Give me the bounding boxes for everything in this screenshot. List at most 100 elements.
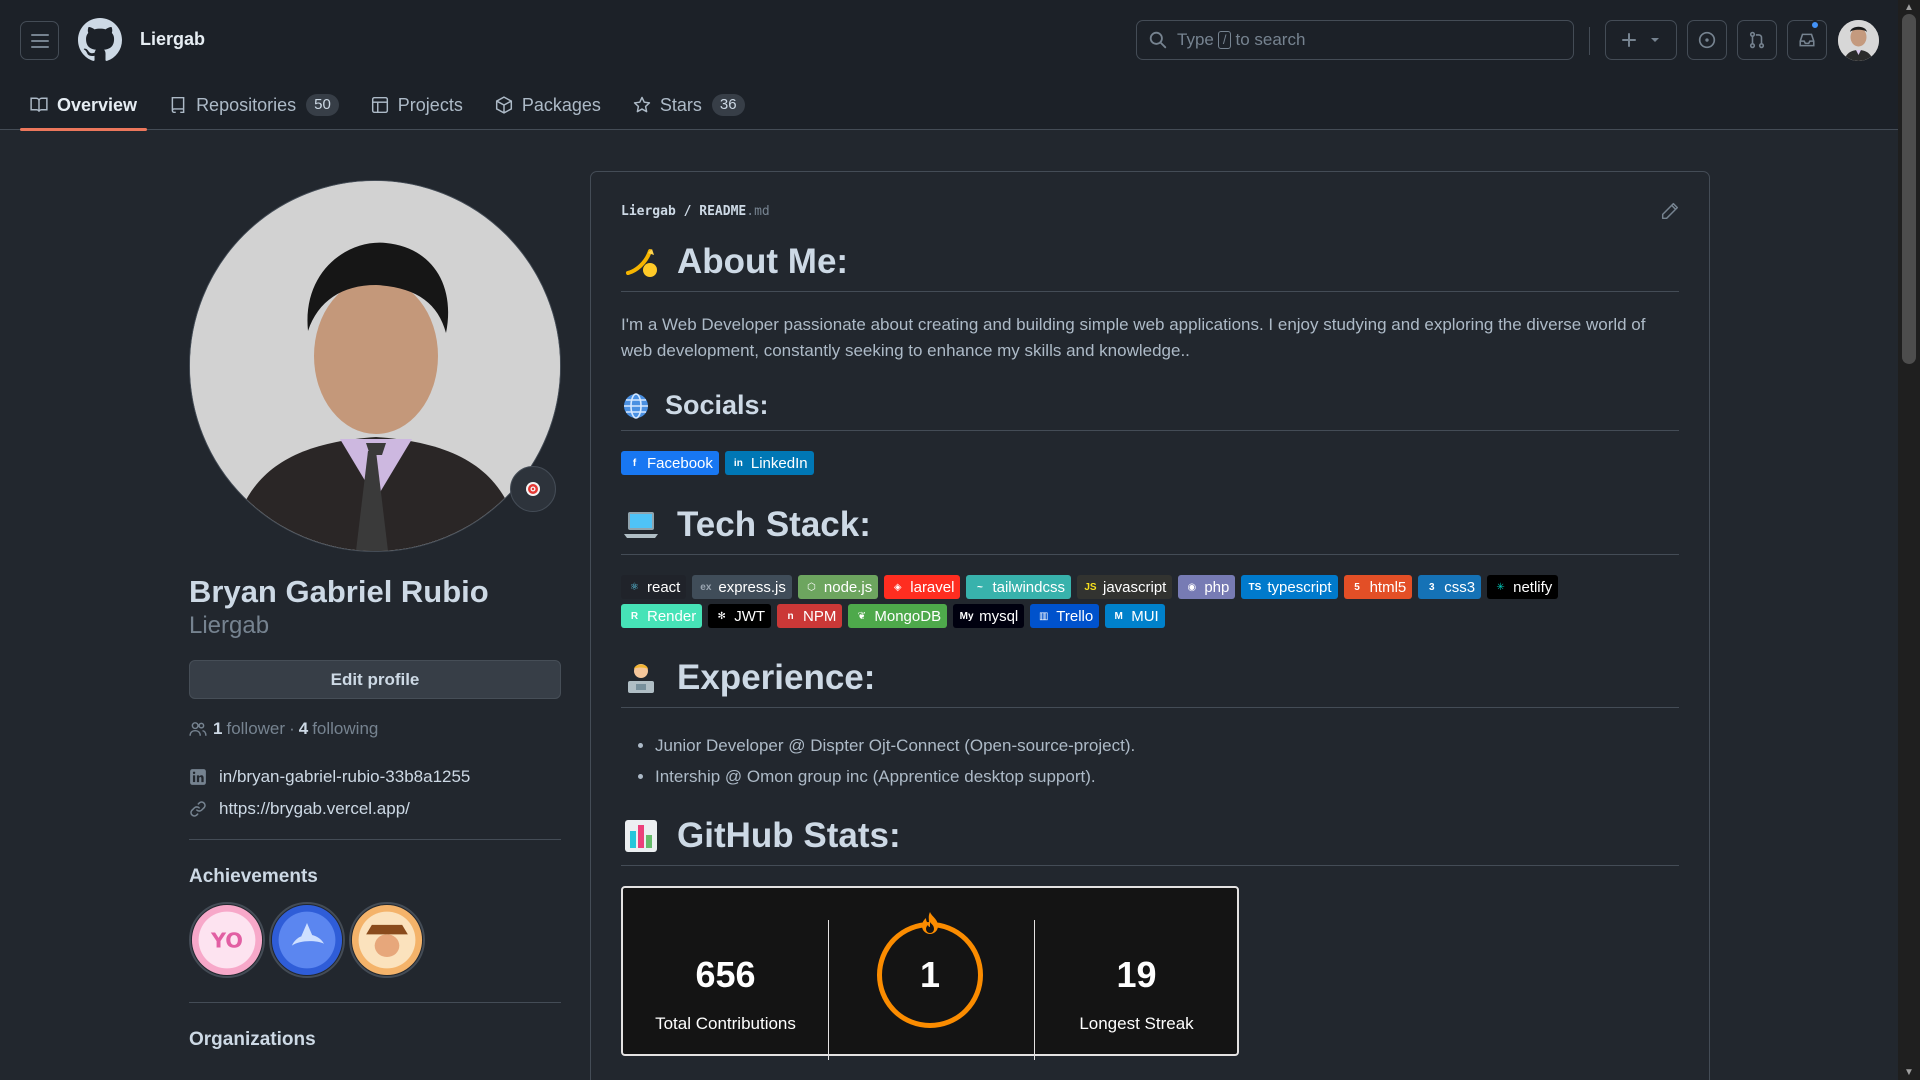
readme-owner-link[interactable]: Liergab bbox=[621, 204, 676, 219]
css3-badge[interactable]: 3 css3 bbox=[1418, 575, 1482, 599]
javascript-badge[interactable]: JS javascript bbox=[1076, 575, 1173, 599]
mui-badge[interactable]: M MUI bbox=[1105, 604, 1165, 628]
profile-avatar[interactable] bbox=[189, 180, 561, 552]
achievements-heading[interactable]: Achievements bbox=[189, 866, 561, 888]
facebook-badge[interactable]: f Facebook bbox=[621, 451, 719, 475]
badge-label: tailwindcss bbox=[992, 578, 1065, 596]
npm-badge[interactable]: n NPM bbox=[777, 604, 843, 628]
tab-label: Packages bbox=[521, 94, 601, 115]
netlify-badge-icon: ✳ bbox=[1496, 581, 1505, 593]
following-link[interactable]: following bbox=[312, 719, 378, 739]
tab-label: Projects bbox=[397, 94, 463, 115]
scroll-up-arrow-icon[interactable]: ▲ bbox=[1904, 2, 1914, 13]
menu-button[interactable] bbox=[20, 21, 59, 60]
scroll-down-arrow-icon[interactable]: ▼ bbox=[1904, 1067, 1914, 1078]
quickdraw-achievement-icon[interactable] bbox=[349, 902, 425, 978]
user-avatar-button[interactable] bbox=[1838, 20, 1879, 61]
badge-label: JWT bbox=[734, 607, 766, 625]
bar-chart-icon bbox=[621, 816, 661, 856]
node-js-badge[interactable]: ⬡ node.js bbox=[797, 575, 879, 599]
yolo-achievement-icon[interactable]: YO bbox=[189, 902, 265, 978]
table-icon bbox=[371, 96, 388, 114]
followers-count[interactable]: 1 bbox=[213, 719, 222, 739]
header-divider bbox=[1589, 27, 1590, 55]
dizzy-icon bbox=[621, 242, 661, 282]
book-icon bbox=[30, 97, 48, 112]
organizations-heading: Organizations bbox=[189, 1029, 316, 1050]
stars-count-badge: 36 bbox=[711, 94, 745, 116]
tech-stack-badges: ⚛ react ex express.js ⬡ node.js ◈ laravel ~ tailw… bbox=[621, 575, 1611, 628]
website-link[interactable]: https://brygab.vercel.app/ bbox=[189, 793, 561, 825]
badge-label: react bbox=[647, 578, 681, 596]
tailwindcss-badge-icon: ~ bbox=[977, 581, 983, 593]
node-js-badge-icon: ⬡ bbox=[807, 581, 816, 593]
github-logo-icon[interactable] bbox=[78, 18, 122, 62]
linkedin-link[interactable]: in/bryan-gabriel-rubio-33b8a1255 bbox=[189, 761, 561, 793]
people-icon bbox=[189, 722, 207, 736]
triangle-down-icon bbox=[1651, 38, 1659, 42]
app-header: Liergab Type / to search Overview Reposi… bbox=[0, 0, 1898, 131]
netlify-badge[interactable]: ✳ netlify bbox=[1487, 575, 1559, 599]
tab-overview[interactable]: Overview bbox=[20, 80, 148, 131]
express-js-badge[interactable]: ex express.js bbox=[692, 575, 792, 599]
search-input[interactable]: Type / to search bbox=[1136, 20, 1574, 60]
mysql-badge[interactable]: My mysql bbox=[953, 604, 1025, 628]
tab-repositories[interactable]: Repositories 50 bbox=[159, 80, 349, 130]
mongodb-badge[interactable]: ❦ MongoDB bbox=[848, 604, 948, 628]
search-placeholder-suffix: to search bbox=[1235, 30, 1306, 49]
followers-link[interactable]: follower bbox=[226, 719, 285, 739]
longest-streak-value: 19 bbox=[1116, 954, 1157, 995]
repositories-count-badge: 50 bbox=[306, 94, 339, 116]
scroll-thumb[interactable] bbox=[1902, 14, 1916, 364]
pull-shark-achievement-icon[interactable] bbox=[269, 902, 345, 978]
page-scrollbar[interactable]: ▲ ▼ bbox=[1898, 0, 1920, 1080]
jwt-badge[interactable]: ✻ JWT bbox=[708, 604, 772, 628]
linkedin-badge-icon: in bbox=[733, 457, 743, 469]
badge-label: css3 bbox=[1444, 578, 1476, 596]
context-owner-link[interactable]: Liergab bbox=[140, 29, 205, 50]
repo-icon bbox=[171, 96, 185, 114]
list-item: Intership @ Omon group inc (Apprentice d… bbox=[655, 761, 1679, 792]
following-count[interactable]: 4 bbox=[299, 719, 308, 739]
profile-tabs: Overview Repositories 50 Projects Packag… bbox=[20, 80, 767, 131]
notification-dot bbox=[1810, 20, 1820, 30]
trello-badge-icon: ▥ bbox=[1039, 610, 1049, 622]
tab-projects[interactable]: Projects bbox=[361, 80, 473, 130]
php-badge-icon: ◉ bbox=[1187, 581, 1197, 593]
package-icon bbox=[495, 96, 512, 114]
tab-stars[interactable]: Stars 36 bbox=[623, 80, 755, 130]
edit-readme-button[interactable] bbox=[1661, 202, 1679, 225]
issue-opened-icon bbox=[1698, 31, 1716, 49]
trello-badge[interactable]: ▥ Trello bbox=[1030, 604, 1100, 628]
php-badge[interactable]: ◉ php bbox=[1178, 575, 1236, 599]
laravel-badge[interactable]: ◈ laravel bbox=[884, 575, 961, 599]
github-streak-card[interactable]: 656 Total Contributions 1 19 Longest Str… bbox=[621, 886, 1239, 1060]
typescript-badge[interactable]: TS typescript bbox=[1241, 575, 1338, 599]
tab-packages[interactable]: Packages bbox=[485, 80, 611, 130]
create-new-button[interactable] bbox=[1605, 20, 1677, 60]
tech-title: Tech Stack: bbox=[677, 505, 871, 544]
stats-title: GitHub Stats: bbox=[677, 816, 901, 855]
tailwindcss-badge[interactable]: ~ tailwindcss bbox=[966, 575, 1071, 599]
edit-profile-button[interactable]: Edit profile bbox=[189, 660, 561, 699]
html5-badge[interactable]: 5 html5 bbox=[1343, 575, 1413, 599]
about-title: About Me: bbox=[677, 242, 849, 281]
badge-label: netlify bbox=[1513, 578, 1553, 596]
inbox-button[interactable] bbox=[1787, 20, 1827, 60]
svg-text:YO: YO bbox=[210, 929, 243, 953]
readme-file-link[interactable]: README bbox=[699, 204, 746, 219]
tab-label: Stars bbox=[659, 94, 702, 115]
follow-stats: 1 follower · 4 following bbox=[189, 719, 561, 739]
hamburger-icon bbox=[30, 33, 49, 48]
set-status-button[interactable] bbox=[510, 466, 556, 512]
react-badge[interactable]: ⚛ react bbox=[621, 575, 687, 599]
badge-label: Trello bbox=[1056, 607, 1094, 625]
plus-icon bbox=[1622, 33, 1636, 47]
pull-requests-button[interactable] bbox=[1737, 20, 1777, 60]
search-shortcut-key: / bbox=[1217, 31, 1232, 49]
linkedin-badge[interactable]: in LinkedIn bbox=[724, 451, 814, 475]
total-contributions-stat: 656 Total Contributions bbox=[623, 888, 828, 1034]
issues-button[interactable] bbox=[1687, 20, 1727, 60]
badge-label: MUI bbox=[1131, 607, 1159, 625]
render-badge[interactable]: R Render bbox=[621, 604, 703, 628]
